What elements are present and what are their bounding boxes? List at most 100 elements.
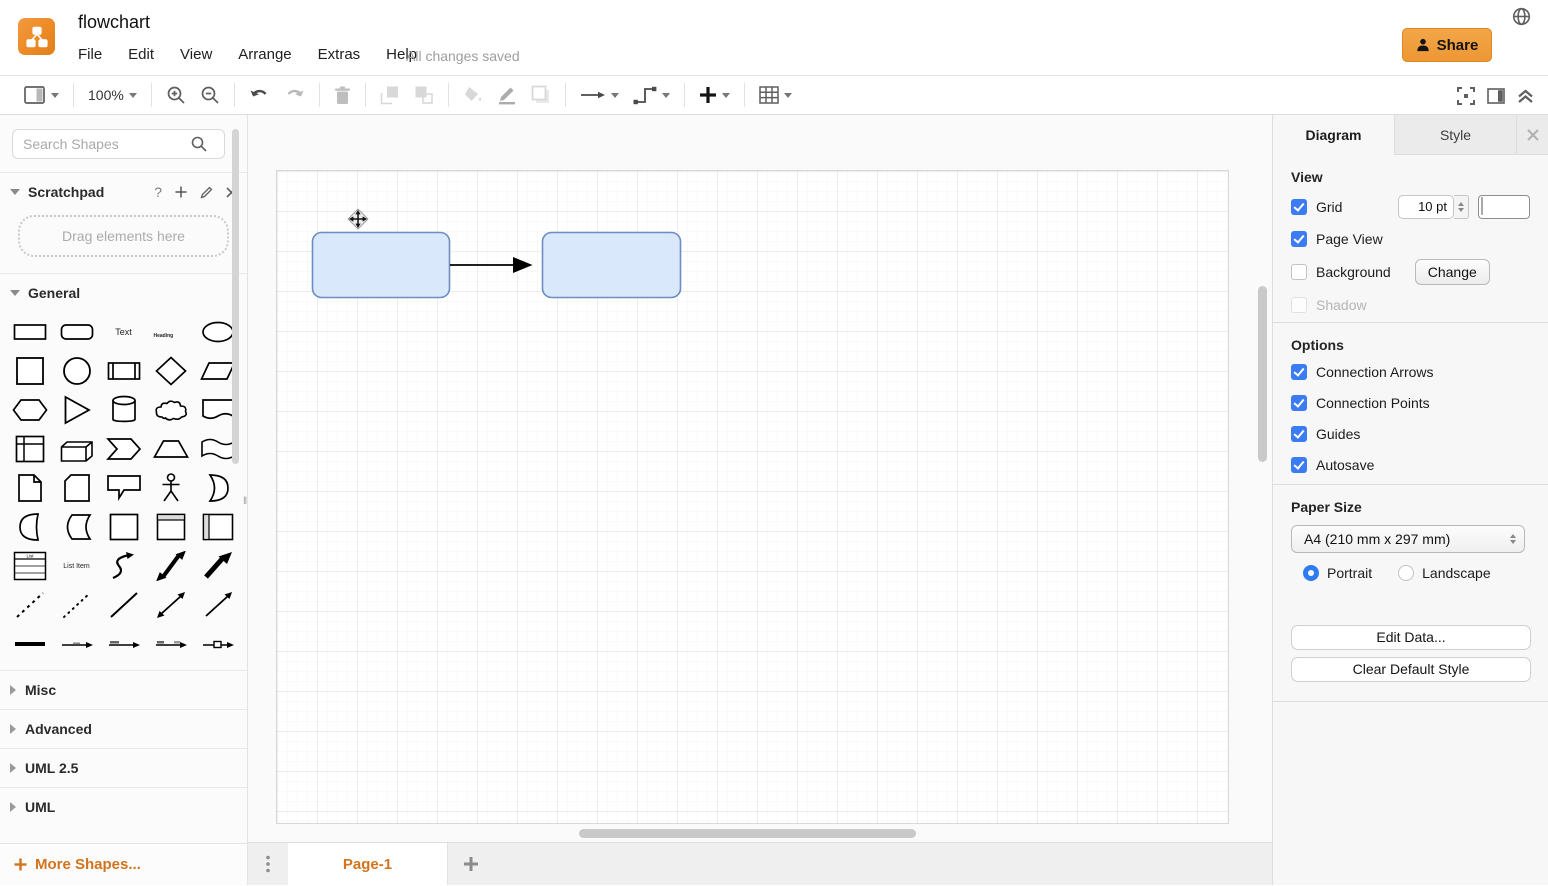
close-panel-icon[interactable] <box>1516 115 1548 155</box>
page-menu-dots-icon[interactable] <box>248 843 288 885</box>
shape-note[interactable] <box>9 472 51 504</box>
shadow-icon[interactable] <box>531 85 551 105</box>
paper-size-select[interactable]: A4 (210 mm x 297 mm) <box>1291 525 1525 553</box>
more-shapes-button[interactable]: More Shapes... <box>0 843 247 885</box>
tab-diagram[interactable]: Diagram <box>1273 115 1394 155</box>
shape-diamond[interactable] <box>150 355 192 387</box>
to-front-icon[interactable] <box>380 85 400 105</box>
grid-checkbox[interactable] <box>1291 199 1307 215</box>
sidebar-scrollbar[interactable] <box>232 129 239 464</box>
waypoints-icon[interactable] <box>633 85 670 105</box>
shadow-checkbox[interactable] <box>1291 297 1307 313</box>
collapse-expand-icon[interactable] <box>1517 88 1534 104</box>
drawing-page[interactable] <box>276 170 1229 824</box>
menu-file[interactable]: File <box>78 46 102 63</box>
undo-icon[interactable] <box>249 87 270 104</box>
shape-bidirectional-connector[interactable] <box>150 589 192 621</box>
shape-link[interactable] <box>9 628 51 660</box>
shape-container[interactable] <box>103 511 145 543</box>
sidebar-splitter-handle[interactable]: ‖ <box>243 495 252 509</box>
menu-extras[interactable]: Extras <box>318 46 361 63</box>
shape-horizontal-container[interactable] <box>197 511 239 543</box>
search-icon[interactable] <box>191 136 207 152</box>
edit-data-button[interactable]: Edit Data... <box>1291 625 1531 650</box>
zoom-in-icon[interactable] <box>166 85 186 105</box>
autosave-checkbox[interactable] <box>1291 457 1307 473</box>
sidebar-section-misc[interactable]: Misc <box>0 670 247 709</box>
delete-icon[interactable] <box>334 86 351 105</box>
guides-checkbox[interactable] <box>1291 426 1307 442</box>
sidebar-section-uml25[interactable]: UML 2.5 <box>0 748 247 787</box>
scratchpad-section-header[interactable]: Scratchpad ? <box>0 173 247 211</box>
scratchpad-drop-zone[interactable]: Drag elements here <box>18 215 229 257</box>
shape-data-storage[interactable] <box>56 511 98 543</box>
page-view-checkbox[interactable] <box>1291 231 1307 247</box>
shape-rectangle[interactable] <box>9 316 51 348</box>
shape-list[interactable]: List <box>9 550 51 582</box>
share-button[interactable]: Share <box>1402 28 1492 62</box>
shape-dashed-line[interactable] <box>9 589 51 621</box>
shape-triangle[interactable] <box>56 394 98 426</box>
shape-directional-connector[interactable] <box>197 589 239 621</box>
add-icon[interactable] <box>175 186 187 198</box>
grid-size-stepper[interactable] <box>1454 195 1469 219</box>
fill-color-icon[interactable] <box>463 85 483 105</box>
change-background-button[interactable]: Change <box>1415 259 1490 285</box>
shape-process[interactable] <box>103 355 145 387</box>
insert-icon[interactable] <box>699 86 730 104</box>
shape-labeled-arrow-1[interactable] <box>56 628 98 660</box>
canvas-vertical-scrollbar[interactable] <box>1258 286 1267 462</box>
landscape-radio[interactable]: Landscape <box>1398 565 1491 581</box>
shape-labeled-arrow-2[interactable] <box>103 628 145 660</box>
document-title[interactable]: flowchart <box>78 12 150 33</box>
shape-or[interactable] <box>197 472 239 504</box>
shape-internal-storage[interactable] <box>9 433 51 465</box>
grid-size-input[interactable]: 10 pt <box>1398 195 1454 219</box>
fullscreen-icon[interactable] <box>1457 87 1475 105</box>
shape-arrow-with-box[interactable] <box>197 628 239 660</box>
shape-textbox[interactable]: Heading <box>150 316 192 348</box>
portrait-radio[interactable]: Portrait <box>1303 565 1372 581</box>
tab-style[interactable]: Style <box>1394 115 1516 155</box>
shape-cube[interactable] <box>56 433 98 465</box>
shape-labeled-arrow-3[interactable] <box>150 628 192 660</box>
shape-square[interactable] <box>9 355 51 387</box>
menu-view[interactable]: View <box>180 46 212 63</box>
connection-points-checkbox[interactable] <box>1291 395 1307 411</box>
format-panel-icon[interactable] <box>1487 88 1505 104</box>
shape-step[interactable] <box>103 433 145 465</box>
shape-list-item[interactable]: List Item <box>56 550 98 582</box>
add-page-icon[interactable] <box>448 843 494 885</box>
shape-cloud[interactable] <box>150 394 192 426</box>
redo-icon[interactable] <box>284 87 305 104</box>
page-tab[interactable]: Page-1 <box>288 843 448 885</box>
canvas[interactable]: Page-1 <box>248 115 1272 885</box>
shape-bidirectional-arrow[interactable] <box>150 550 192 582</box>
sidebar-section-advanced[interactable]: Advanced <box>0 709 247 748</box>
shape-rounded-rectangle[interactable] <box>56 316 98 348</box>
clear-default-style-button[interactable]: Clear Default Style <box>1291 657 1531 682</box>
connection-icon[interactable] <box>580 89 619 101</box>
help-icon[interactable]: ? <box>154 184 162 200</box>
shape-actor[interactable] <box>150 472 192 504</box>
zoom-out-icon[interactable] <box>200 85 220 105</box>
shape-text[interactable]: Text <box>103 316 145 348</box>
connection-arrows-checkbox[interactable] <box>1291 364 1307 380</box>
background-checkbox[interactable] <box>1291 264 1307 280</box>
shape-arrow[interactable] <box>197 550 239 582</box>
page-view-icon[interactable] <box>24 86 59 105</box>
sidebar-section-uml[interactable]: UML <box>0 787 247 826</box>
menu-arrange[interactable]: Arrange <box>238 46 291 63</box>
table-icon[interactable] <box>759 86 792 104</box>
menu-edit[interactable]: Edit <box>128 46 154 63</box>
to-back-icon[interactable] <box>414 85 434 105</box>
shape-circle[interactable] <box>56 355 98 387</box>
shape-curve[interactable] <box>103 550 145 582</box>
canvas-horizontal-scrollbar[interactable] <box>579 829 916 838</box>
shape-dotted-line[interactable] <box>56 589 98 621</box>
shape-cylinder[interactable] <box>103 394 145 426</box>
shape-and[interactable] <box>9 511 51 543</box>
general-section-header[interactable]: General <box>0 274 247 312</box>
shape-hexagon[interactable] <box>9 394 51 426</box>
shape-trapezoid[interactable] <box>150 433 192 465</box>
